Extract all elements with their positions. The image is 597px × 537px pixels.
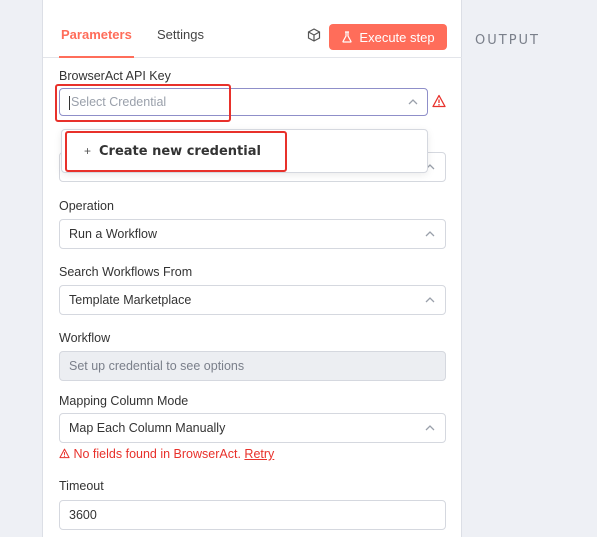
chevron-up-icon bbox=[425, 231, 435, 237]
chevron-up-icon bbox=[408, 99, 418, 105]
mapping-value: Map Each Column Manually bbox=[69, 421, 226, 435]
workflow-value: Set up credential to see options bbox=[69, 359, 245, 373]
chevron-up-icon bbox=[425, 297, 435, 303]
chevron-up-icon bbox=[425, 425, 435, 431]
retry-link[interactable]: Retry bbox=[244, 447, 274, 461]
output-pane: OUTPUT bbox=[462, 0, 597, 537]
operation-select[interactable]: Run a Workflow bbox=[59, 219, 446, 249]
operation-label: Operation bbox=[59, 199, 114, 213]
timeout-label: Timeout bbox=[59, 479, 104, 493]
search-from-value: Template Marketplace bbox=[69, 293, 192, 307]
mapping-label: Mapping Column Mode bbox=[59, 394, 189, 408]
tab-settings[interactable]: Settings bbox=[157, 28, 204, 58]
parameters-panel: Parameters Settings Execute step Browser… bbox=[42, 0, 463, 537]
canvas-background bbox=[0, 0, 42, 537]
timeout-input[interactable]: 3600 bbox=[59, 500, 446, 530]
mapping-error-text: No fields found in BrowserAct. bbox=[73, 447, 241, 461]
workflow-label: Workflow bbox=[59, 331, 111, 345]
tab-parameters[interactable]: Parameters bbox=[59, 28, 134, 58]
highlight-box-create bbox=[65, 131, 287, 172]
warning-icon bbox=[59, 448, 70, 459]
flask-icon bbox=[342, 31, 353, 43]
operation-value: Run a Workflow bbox=[69, 227, 157, 241]
search-from-select[interactable]: Template Marketplace bbox=[59, 285, 446, 315]
cube-icon[interactable] bbox=[307, 28, 321, 42]
execute-step-label: Execute step bbox=[359, 29, 435, 45]
mapping-select[interactable]: Map Each Column Manually bbox=[59, 413, 446, 443]
mapping-error: No fields found in BrowserAct. Retry bbox=[59, 447, 274, 461]
output-label: OUTPUT bbox=[475, 33, 540, 48]
search-from-label: Search Workflows From bbox=[59, 265, 193, 279]
warning-icon bbox=[432, 94, 446, 108]
workflow-select: Set up credential to see options bbox=[59, 351, 446, 381]
timeout-value: 3600 bbox=[69, 508, 97, 522]
tab-bar: Parameters Settings Execute step bbox=[43, 22, 463, 58]
credential-label: BrowserAct API Key bbox=[59, 69, 171, 83]
highlight-box-credential bbox=[55, 84, 231, 122]
execute-step-button[interactable]: Execute step bbox=[329, 24, 447, 50]
